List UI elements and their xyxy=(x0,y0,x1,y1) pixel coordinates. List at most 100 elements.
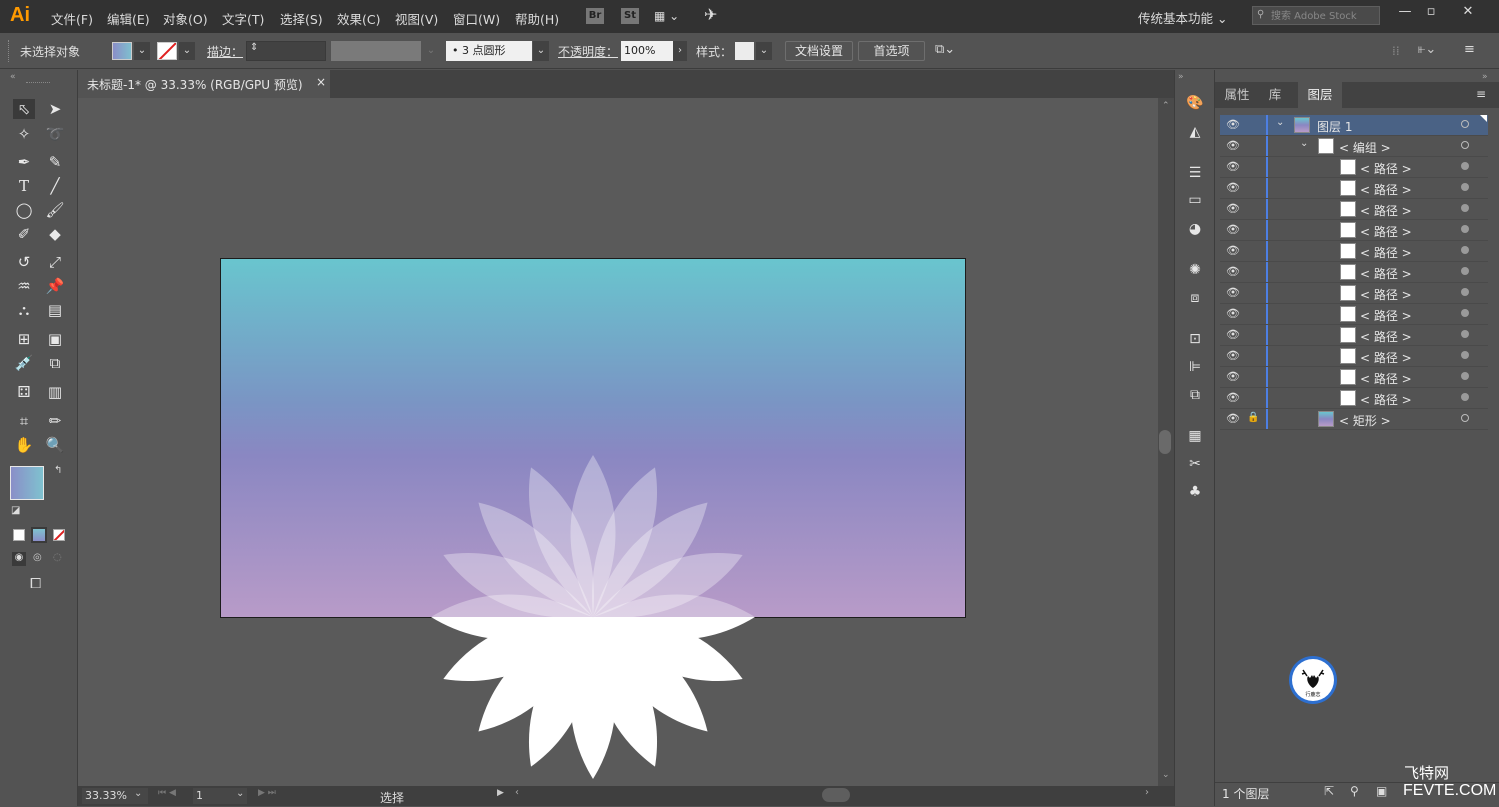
default-colors-icon[interactable]: ◪ xyxy=(11,505,20,516)
layer-row[interactable]: 👁 < 路径 > xyxy=(1220,325,1488,346)
document-setup-button[interactable]: 文档设置 xyxy=(785,41,853,61)
target-circle-icon[interactable] xyxy=(1461,204,1469,212)
color-guide-icon[interactable]: ◭ xyxy=(1185,123,1205,141)
menu-help[interactable]: 帮助(H) xyxy=(515,9,559,28)
opacity-input[interactable]: 100% xyxy=(621,41,673,61)
layer-row[interactable]: 👁 < 路径 > xyxy=(1220,178,1488,199)
arrange-documents-icon[interactable]: ▦ ⌄ xyxy=(654,9,679,23)
align-panel-icon[interactable]: ⊫ xyxy=(1185,358,1205,376)
minimize-button[interactable]: — xyxy=(1392,3,1418,21)
artboard-tool-icon[interactable]: ⌗ xyxy=(13,411,35,431)
scroll-left-icon[interactable]: ‹ xyxy=(515,787,519,798)
brush-dropdown[interactable]: ⌄ xyxy=(533,41,549,61)
symbols-panel-icon[interactable]: ♣ xyxy=(1185,483,1205,501)
color-panel-icon[interactable]: 🎨 xyxy=(1185,94,1205,112)
layer-name[interactable]: < 路径 > xyxy=(1360,307,1412,324)
menu-window[interactable]: 窗口(W) xyxy=(453,9,500,28)
vertical-scroll-thumb[interactable] xyxy=(1159,430,1171,454)
artboard-dropdown-icon[interactable]: ⌄ xyxy=(236,788,244,799)
target-circle-icon[interactable] xyxy=(1461,162,1469,170)
control-bar-grip[interactable] xyxy=(8,40,11,62)
close-tab-icon[interactable]: × xyxy=(316,75,326,89)
visibility-eye-icon[interactable]: 👁 xyxy=(1226,181,1240,194)
gpu-performance-icon[interactable]: ✈ xyxy=(704,5,717,24)
stroke-panel-icon[interactable]: ☰ xyxy=(1185,164,1205,182)
layer-name[interactable]: < 路径 > xyxy=(1360,181,1412,198)
layer-name[interactable]: 图层 1 xyxy=(1317,118,1352,135)
stroke-swatch[interactable] xyxy=(157,42,177,60)
target-circle-icon[interactable] xyxy=(1461,288,1469,296)
target-circle-icon[interactable] xyxy=(1461,141,1469,149)
stroke-label[interactable]: 描边： xyxy=(207,43,243,60)
layer-row[interactable]: 👁 < 路径 > xyxy=(1220,241,1488,262)
target-circle-icon[interactable] xyxy=(1461,351,1469,359)
graph-tool-icon[interactable]: ▥ xyxy=(44,382,66,402)
color-mode-icon[interactable] xyxy=(13,529,25,541)
maximize-button[interactable]: ▫ xyxy=(1418,3,1444,21)
brush-definition[interactable]: • 3 点圆形 xyxy=(446,41,532,61)
menu-effect[interactable]: 效果(C) xyxy=(337,9,380,28)
layer-name[interactable]: < 路径 > xyxy=(1360,244,1412,261)
first-artboard-icon[interactable]: ⏮ ◀ xyxy=(158,788,176,798)
target-circle-icon[interactable] xyxy=(1461,372,1469,380)
brushes-panel-icon[interactable]: ✂ xyxy=(1185,455,1205,473)
clipping-mask-icon[interactable]: ▣ xyxy=(1376,784,1387,798)
menu-file[interactable]: 文件(F) xyxy=(51,9,93,28)
menu-type[interactable]: 文字(T) xyxy=(222,9,264,28)
visibility-eye-icon[interactable]: 👁 xyxy=(1226,265,1240,278)
layer-name[interactable]: < 路径 > xyxy=(1360,370,1412,387)
layer-name[interactable]: < 路径 > xyxy=(1360,391,1412,408)
export-icon[interactable]: ⇱ xyxy=(1324,784,1334,798)
graphic-styles-icon[interactable]: ⧈ xyxy=(1185,289,1205,307)
fill-dropdown[interactable]: ⌄ xyxy=(134,42,150,60)
variable-width-profile[interactable] xyxy=(331,41,421,61)
lotus-artwork[interactable] xyxy=(78,98,1158,786)
eraser-tool-icon[interactable]: ◆ xyxy=(44,224,66,244)
transform-icon[interactable]: ⫦⌄ xyxy=(1418,42,1436,57)
layer-row[interactable]: 👁 < 路径 > xyxy=(1220,262,1488,283)
opacity-arrow[interactable]: › xyxy=(673,41,687,61)
blend-tool-icon[interactable]: ⧉ xyxy=(44,353,66,373)
appearance-panel-icon[interactable]: ✺ xyxy=(1185,261,1205,279)
stroke-weight-stepper[interactable]: ⇕ xyxy=(250,42,258,53)
layer-row[interactable]: 👁 < 路径 > xyxy=(1220,304,1488,325)
target-circle-icon[interactable] xyxy=(1461,120,1469,128)
layer-name[interactable]: < 路径 > xyxy=(1360,265,1412,282)
fill-color-box[interactable] xyxy=(10,466,44,500)
scroll-right-icon[interactable]: › xyxy=(1145,787,1149,798)
draw-inside-icon[interactable]: ◌ xyxy=(53,552,62,563)
target-circle-icon[interactable] xyxy=(1461,309,1469,317)
lasso-tool-icon[interactable]: ➰ xyxy=(44,124,66,144)
style-dropdown[interactable]: ⌄ xyxy=(756,42,772,60)
visibility-eye-icon[interactable]: 👁 xyxy=(1226,223,1240,236)
menu-view[interactable]: 视图(V) xyxy=(395,9,438,28)
arrange-icon[interactable]: ⧉⌄ xyxy=(935,42,955,57)
dock-expand-icon[interactable]: » xyxy=(1178,72,1184,82)
tab-layers[interactable]: 图层 xyxy=(1298,82,1342,108)
opacity-label[interactable]: 不透明度： xyxy=(558,43,618,60)
layer-row[interactable]: 👁 🔒 < 矩形 > xyxy=(1220,409,1488,430)
scroll-up-icon[interactable]: ⌃ xyxy=(1162,101,1170,111)
ellipse-tool-icon[interactable]: ◯ xyxy=(13,200,35,220)
stroke-dropdown[interactable]: ⌄ xyxy=(179,42,195,60)
layer-row[interactable]: 👁 < 路径 > xyxy=(1220,283,1488,304)
visibility-eye-icon[interactable]: 👁 xyxy=(1226,328,1240,341)
layer-row[interactable]: 👁 < 路径 > xyxy=(1220,388,1488,409)
swap-colors-icon[interactable]: ↰ xyxy=(54,465,62,476)
close-window-button[interactable]: ✕ xyxy=(1455,3,1481,21)
warp-tool-icon[interactable]: ♒ xyxy=(13,276,35,296)
target-circle-icon[interactable] xyxy=(1461,267,1469,275)
layer-row[interactable]: 👁 < 路径 > xyxy=(1220,199,1488,220)
lotus-petals-outside[interactable] xyxy=(431,595,755,780)
bridge-button[interactable]: Br xyxy=(586,8,604,24)
symbol-sprayer-tool-icon[interactable]: ⚃ xyxy=(13,382,35,402)
expand-toggle-icon[interactable]: ⌄ xyxy=(1300,138,1308,149)
layer-name[interactable]: < 矩形 > xyxy=(1339,412,1391,429)
shaper-tool-icon[interactable]: ✐ xyxy=(13,224,35,244)
shape-builder-tool-icon[interactable]: ⛬ xyxy=(13,300,35,320)
scroll-down-icon[interactable]: ⌄ xyxy=(1162,770,1170,780)
collapse-tools-icon[interactable]: « xyxy=(10,72,16,82)
gradient-tool-icon[interactable]: ▣ xyxy=(44,329,66,349)
visibility-eye-icon[interactable]: 👁 xyxy=(1226,202,1240,215)
draw-normal-icon[interactable]: ◉ xyxy=(12,552,26,566)
